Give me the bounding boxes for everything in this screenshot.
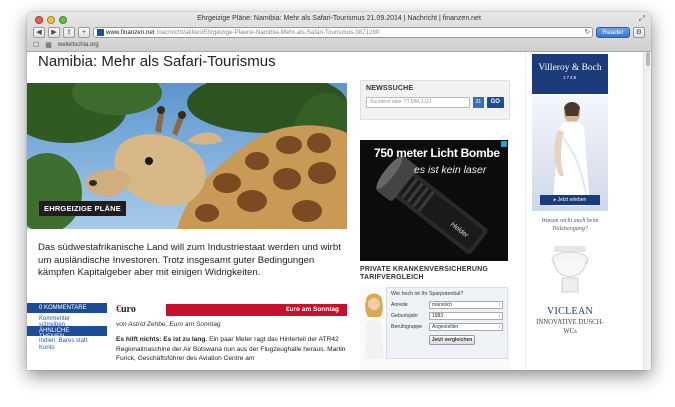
- toilet-image: [551, 246, 589, 293]
- title-bar: Ehrgeizige Pläne: Namibia: Mehr als Safa…: [27, 12, 651, 52]
- woman-towel-image: [552, 102, 590, 207]
- window-title: Ehrgeizige Pläne: Namibia: Mehr als Safa…: [197, 15, 481, 22]
- article-headline: Namibia: Mehr als Safari-Tourismus: [38, 53, 276, 70]
- euro-logo: €uro: [116, 304, 136, 315]
- add-bookmark-button[interactable]: +: [78, 26, 90, 38]
- url-domain: www.finanzen.net: [106, 28, 155, 36]
- news-search-input[interactable]: Suchtext oder TT.MM.JJJJ: [366, 97, 471, 108]
- site-favicon-icon: [97, 28, 104, 36]
- go-button[interactable]: GO: [486, 97, 504, 108]
- newssuche-panel: NEWSSUCHE Suchtext oder TT.MM.JJJJ 31 GO: [360, 80, 510, 120]
- settings-button[interactable]: ⚙: [632, 26, 645, 38]
- back-button[interactable]: ◀: [33, 26, 45, 38]
- geburtsjahr-label: Geburtsjahr: [391, 312, 419, 319]
- source-strip: €uro am Sonntag: [166, 304, 347, 316]
- url-path: /nachricht/aktien/Ehrgeizige-Plaene-Nami…: [156, 28, 380, 36]
- vb-brand: Villeroy & Boch: [538, 63, 602, 73]
- villeroy-boch-ad[interactable]: Villeroy & Boch 1748 ▸ Jetzt erleben War…: [525, 52, 643, 370]
- anrede-label: Anrede: [391, 301, 408, 308]
- top-sites-icon[interactable]: ▦: [45, 41, 52, 49]
- vb-product-subtitle: INNOVATIVE DUSCH-WCs: [536, 319, 604, 335]
- article-body-intro: Es hilft nichts: Es ist zu lang.: [116, 336, 208, 343]
- form-row-geburtsjahr: Geburtsjahr 1983: [391, 311, 503, 320]
- related-topics-header: ÄHNLICHE THEMEN: [27, 326, 107, 340]
- share-button[interactable]: ⇪: [63, 26, 75, 38]
- scrollbar-thumb[interactable]: [646, 52, 650, 66]
- insurance-widget: PRIVATE KRANKENVERSICHERUNG TARIFVERGLEI…: [360, 266, 510, 370]
- form-row-anrede: Anrede männlich: [391, 300, 503, 309]
- page-scrollbar[interactable]: [643, 52, 651, 370]
- berufsgruppe-select[interactable]: Angestellter: [429, 322, 503, 331]
- forward-button[interactable]: ▶: [48, 26, 60, 38]
- vb-cta-button[interactable]: ▸ Jetzt erleben: [540, 195, 600, 205]
- bookmarks-bar: ☐ ▦ welwitschia.org: [33, 40, 645, 50]
- berufsgruppe-label: Berufsgruppe: [391, 323, 423, 330]
- flashlight-ad[interactable]: Helder 750 meter Licht Bombe es ist kein…: [360, 140, 508, 261]
- calendar-icon[interactable]: 31: [473, 97, 484, 108]
- vb-product-name: VICLEAN: [547, 306, 593, 317]
- reading-list-icon[interactable]: ☐: [33, 41, 39, 49]
- address-bar[interactable]: www.finanzen.net/nachricht/aktien/Ehrgei…: [93, 26, 594, 38]
- vb-woman-photo: [532, 96, 608, 211]
- anrede-select[interactable]: männlich: [429, 300, 503, 309]
- villeroy-boch-logo: Villeroy & Boch 1748: [532, 54, 608, 94]
- page-content: Namibia: Mehr als Safari-Tourismus EHRGE…: [27, 52, 651, 370]
- bookmark-item[interactable]: welwitschia.org: [58, 42, 99, 48]
- toolbar: ◀ ▶ ⇪ + www.finanzen.net/nachricht/aktie…: [33, 26, 645, 38]
- article-sidebar-left: 0 KOMMENTARE Kommenter schreiben ÄHNLICH…: [27, 303, 107, 354]
- article-byline: von Astrid Zehbe, Euro am Sonntag: [116, 321, 221, 328]
- insurance-form: Wie hoch ist Ihr Sparpotential? Anrede m…: [386, 287, 508, 359]
- article-lead: Das südwestafrikanische Land will zum In…: [38, 242, 341, 278]
- reload-icon[interactable]: ↻: [585, 28, 593, 37]
- insurance-box: Wie hoch ist Ihr Sparpotential? Anrede m…: [360, 287, 510, 370]
- euro-logo-word: uro: [121, 304, 136, 315]
- write-comment-link[interactable]: Kommenter schreiben: [27, 313, 107, 328]
- related-topic-link[interactable]: Indien: Bares statt Konto: [27, 336, 107, 354]
- newssuche-row: Suchtext oder TT.MM.JJJJ 31 GO: [366, 97, 504, 108]
- hero-image[interactable]: EHRGEIZIGE PLÄNE: [27, 83, 347, 229]
- source-banner[interactable]: €uro €uro am Sonntag: [116, 304, 347, 316]
- comments-header[interactable]: 0 KOMMENTARE: [27, 303, 107, 313]
- vb-year: 1748: [562, 75, 577, 80]
- insurance-question: Wie hoch ist Ihr Sparpotential?: [391, 291, 464, 297]
- flashlight-ad-headline: 750 meter Licht Bombe: [374, 146, 500, 160]
- newssuche-box: NEWSSUCHE Suchtext oder TT.MM.JJJJ 31 GO: [360, 80, 510, 120]
- insurance-title: PRIVATE KRANKENVERSICHERUNG TARIFVERGLEI…: [360, 266, 489, 281]
- vb-question: Warum nicht auch beim Toilettengang?: [541, 218, 599, 232]
- fullscreen-icon[interactable]: ⤢: [639, 14, 645, 24]
- reader-button[interactable]: Reader: [596, 26, 630, 38]
- browser-window: Ehrgeizige Pläne: Namibia: Mehr als Safa…: [27, 12, 651, 370]
- geburtsjahr-select[interactable]: 1983: [429, 311, 503, 320]
- compare-button[interactable]: Jetzt vergleichen: [429, 335, 475, 345]
- woman-photo: [364, 293, 384, 359]
- flashlight-ad-subline: es ist kein laser: [414, 164, 487, 176]
- newssuche-title: NEWSSUCHE: [366, 85, 414, 92]
- hero-label: EHRGEIZIGE PLÄNE: [39, 201, 126, 216]
- adchoices-icon[interactable]: [501, 141, 507, 147]
- article-body: Es hilft nichts: Es ist zu lang. Ein paa…: [116, 335, 348, 364]
- form-row-berufsgruppe: Berufsgruppe Angestellter: [391, 322, 503, 331]
